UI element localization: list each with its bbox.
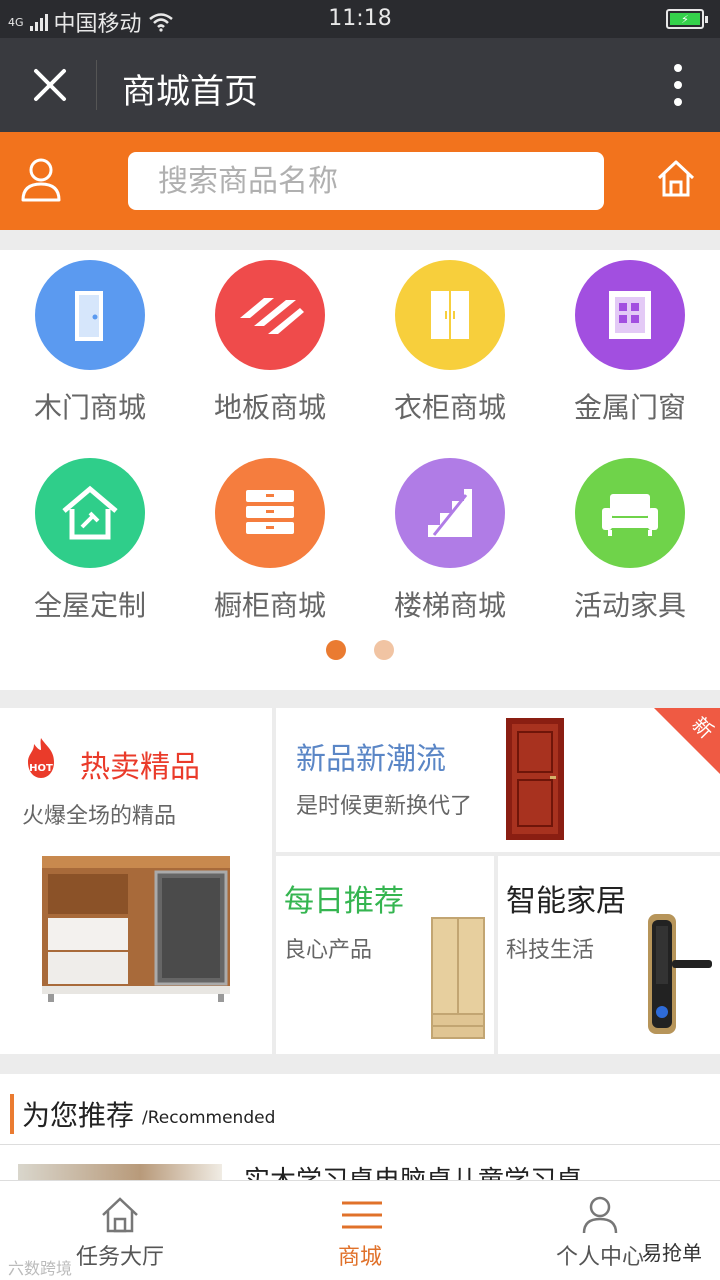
- recommend-title-en: /Recommended: [142, 1108, 276, 1128]
- promo-new-title: 新品新潮流: [296, 742, 446, 777]
- recommend-title: 为您推荐: [22, 1099, 135, 1132]
- fire-icon: HOT: [28, 738, 54, 778]
- clock: 11:18: [328, 6, 392, 31]
- promo-daily-subtitle: 良心产品: [284, 938, 373, 963]
- category-cabinet[interactable]: 橱柜商城: [180, 458, 360, 624]
- door-product-image: [506, 718, 564, 840]
- watermark-left: 六数跨境: [8, 1259, 73, 1278]
- category-whole-house[interactable]: 全屋定制: [0, 458, 180, 624]
- promo-hot-subtitle: 火爆全场的精品: [22, 804, 177, 829]
- more-vertical-icon[interactable]: [672, 64, 684, 106]
- promo-smart-title: 智能家居: [506, 884, 626, 919]
- promo-new-subtitle: 是时候更新换代了: [296, 794, 473, 819]
- product-title[interactable]: 实木学习桌电脑桌儿童学习桌: [244, 1160, 604, 1180]
- floor-icon: [215, 260, 325, 370]
- sofa-icon: [575, 458, 685, 568]
- promo-daily-title: 每日推荐: [284, 884, 404, 919]
- bottom-nav: 任务大厅 商城 个人中心 六数跨境 易抢单: [0, 1180, 720, 1280]
- promo-smart[interactable]: 智能家居 科技生活: [498, 856, 720, 1054]
- carousel-dot-active[interactable]: [326, 640, 346, 660]
- cabinet-icon: [215, 458, 325, 568]
- cabinet-product-image: [42, 856, 230, 1002]
- promo-daily[interactable]: 每日推荐 良心产品: [276, 856, 494, 1054]
- status-bar: 4G 中国移动 11:18 ⚡: [0, 0, 720, 38]
- smart-lock-product-image: [648, 914, 712, 1034]
- watermark-right: 易抢单: [642, 1241, 702, 1265]
- search-input[interactable]: [128, 152, 604, 210]
- title-bar: 商城首页: [0, 38, 720, 132]
- category-label: 地板商城: [213, 391, 326, 424]
- recommend-section: 为您推荐 /Recommended 实木学习桌电脑桌儿童学习桌: [0, 1074, 720, 1180]
- stairs-icon: [395, 458, 505, 568]
- search-bar: [0, 132, 720, 230]
- category-label: 楼梯商城: [393, 589, 506, 622]
- promo-section: HOT 热卖精品 火爆全场的精品 新品新潮流 是时候更新换代了 新 每日推荐 良…: [0, 708, 720, 1054]
- category-label: 金属门窗: [573, 391, 686, 424]
- tab-mall[interactable]: 商城: [240, 1181, 480, 1280]
- category-floor[interactable]: 地板商城: [180, 260, 360, 426]
- tab-label: 商城: [337, 1245, 382, 1270]
- promo-hot-title: 热卖精品: [80, 750, 200, 785]
- page-title: 商城首页: [122, 72, 258, 112]
- promo-hot[interactable]: HOT 热卖精品 火爆全场的精品: [0, 708, 272, 1054]
- home-icon[interactable]: [656, 158, 696, 198]
- category-wood-door[interactable]: 木门商城: [0, 260, 180, 426]
- category-label: 活动家具: [573, 589, 686, 622]
- category-stairs[interactable]: 楼梯商城: [360, 458, 540, 624]
- section-accent-bar: [10, 1094, 14, 1134]
- promo-new[interactable]: 新品新潮流 是时候更新换代了 新: [276, 708, 720, 852]
- category-label: 全屋定制: [33, 589, 146, 622]
- carousel-indicator: [0, 640, 720, 660]
- category-grid: 木门商城 地板商城 衣柜商城 金属门窗 全屋定制 橱柜商城 楼梯商城 活动家具: [0, 250, 720, 690]
- person-icon: [582, 1196, 618, 1234]
- close-icon[interactable]: [30, 65, 70, 105]
- menu-lines-icon: [342, 1201, 382, 1229]
- user-icon[interactable]: [20, 156, 62, 202]
- hot-badge: HOT: [29, 763, 53, 774]
- home-outline-icon: [102, 1197, 138, 1233]
- title-divider: [96, 60, 97, 110]
- wardrobe-icon: [395, 260, 505, 370]
- category-metal-window[interactable]: 金属门窗: [540, 260, 720, 426]
- door-icon: [35, 260, 145, 370]
- category-wardrobe[interactable]: 衣柜商城: [360, 260, 540, 426]
- window-icon: [575, 260, 685, 370]
- battery-charging-icon: ⚡: [666, 9, 708, 29]
- house-icon: [35, 458, 145, 568]
- wardrobe-product-image: [431, 917, 485, 1039]
- category-furniture[interactable]: 活动家具: [540, 458, 720, 624]
- category-label: 木门商城: [33, 391, 146, 424]
- promo-smart-subtitle: 科技生活: [506, 938, 595, 963]
- category-label: 衣柜商城: [393, 391, 506, 424]
- category-label: 橱柜商城: [213, 589, 326, 622]
- carousel-dot[interactable]: [374, 640, 394, 660]
- section-divider: [0, 1144, 720, 1145]
- product-thumbnail[interactable]: [18, 1164, 222, 1180]
